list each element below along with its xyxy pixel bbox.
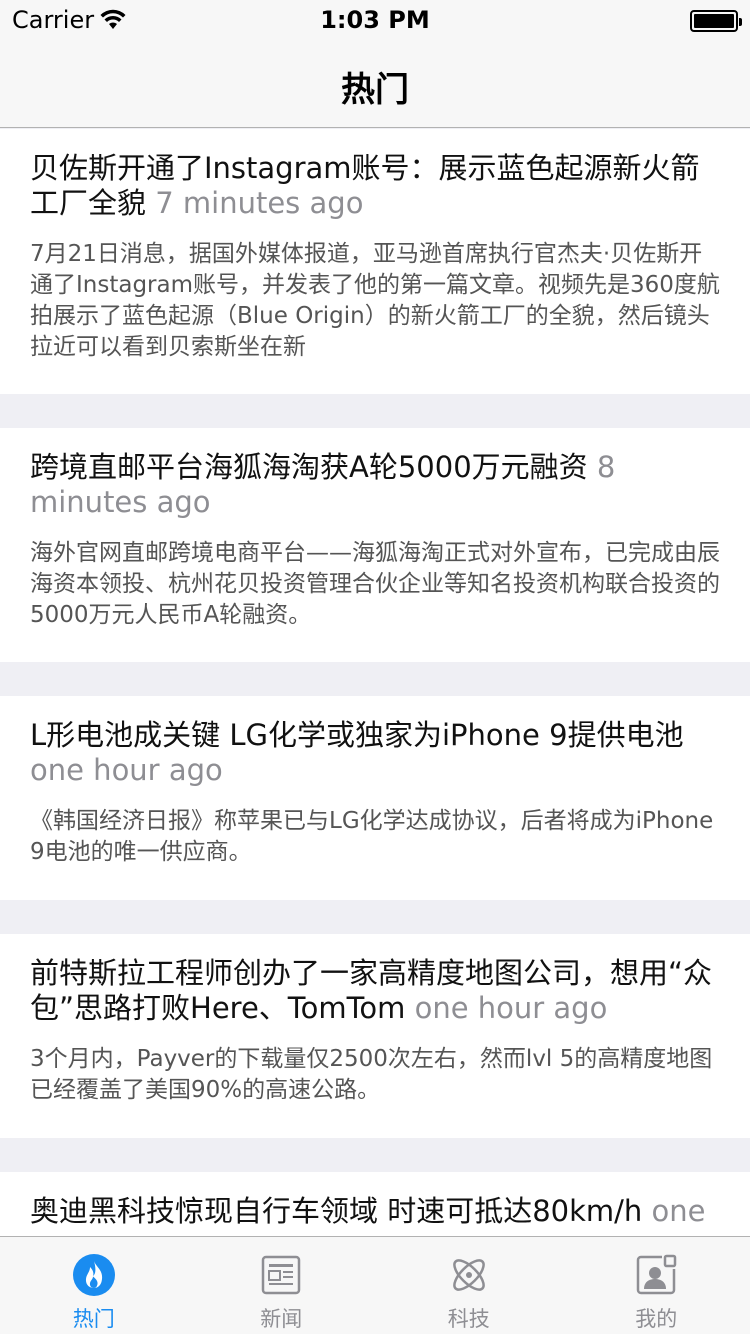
tab-hot[interactable]: 热门 [0, 1237, 188, 1334]
atom-icon [452, 1259, 485, 1291]
status-time: 1:03 PM [320, 6, 430, 34]
flame-icon [72, 1254, 115, 1296]
news-title[interactable]: 前特斯拉工程师创办了一家高精度地图公司，想用“众包”思路打败Here、TomTo… [30, 956, 720, 1026]
news-summary: 海外官网直邮跨境电商平台——海狐海淘正式对外宣布，已完成由辰海资本领投、杭州花贝… [30, 540, 720, 628]
news-title-text: 跨境直邮平台海狐海淘获A轮5000万元融资 [30, 450, 588, 484]
news-item[interactable]: L形电池成关键 LG化学或独家为iPhone 9提供电池 one hour ag… [0, 696, 750, 900]
news-feed[interactable]: 贝佐斯开通了Instagram账号：展示蓝色起源新火箭工厂全貌 7 minute… [0, 129, 750, 1309]
news-title[interactable]: 贝佐斯开通了Instagram账号：展示蓝色起源新火箭工厂全貌 7 minute… [30, 151, 720, 221]
news-summary: 7月21日消息，据国外媒体报道，亚马逊首席执行官杰夫·贝佐斯开通了Instagr… [30, 241, 720, 360]
tab-label: 新闻 [260, 1307, 303, 1331]
news-title-text: 前特斯拉工程师创办了一家高精度地图公司，想用“众包”思路打败Here、TomTo… [30, 956, 713, 1025]
status-bar: Carrier 1:03 PM [0, 0, 750, 40]
news-title-text: L形电池成关键 LG化学或独家为iPhone 9提供电池 [30, 718, 684, 752]
news-title[interactable]: 跨境直邮平台海狐海淘获A轮5000万元融资 8 minutes ago [30, 450, 720, 520]
news-title-text: 奥迪黑科技惊现自行车领域 时速可抵达80km/h [30, 1194, 643, 1228]
news-summary: 3个月内，Payver的下载量仅2500次左右，然而lvl 5的高精度地图已经覆… [30, 1046, 713, 1103]
news-title[interactable]: L形电池成关键 LG化学或独家为iPhone 9提供电池 one hour ag… [30, 718, 720, 788]
news-time: 7 minutes ago [155, 186, 364, 220]
profile-card-icon [637, 1254, 677, 1295]
news-time: one hour ago [30, 753, 223, 787]
page-title: 热门 [341, 70, 409, 110]
news-item[interactable]: 贝佐斯开通了Instagram账号：展示蓝色起源新火箭工厂全貌 7 minute… [0, 129, 750, 394]
news-time: one [651, 1194, 706, 1228]
news-item[interactable]: 跨境直邮平台海狐海淘获A轮5000万元融资 8 minutes ago 海外官网… [0, 428, 750, 662]
battery-icon [690, 10, 742, 32]
tab-bar: 热门 新闻 科技 我的 [0, 1236, 750, 1334]
tab-label: 科技 [447, 1307, 490, 1331]
tab-profile[interactable]: 我的 [563, 1237, 750, 1334]
tab-tech[interactable]: 科技 [375, 1237, 563, 1334]
news-title-text: 贝佐斯开通了Instagram账号：展示蓝色起源新火箭工厂全貌 [30, 151, 700, 220]
top-bar: Carrier 1:03 PM 热门 [0, 0, 750, 128]
newspaper-icon [262, 1255, 301, 1295]
news-item[interactable]: 前特斯拉工程师创办了一家高精度地图公司，想用“众包”思路打败Here、TomTo… [0, 934, 750, 1138]
tab-news[interactable]: 新闻 [188, 1237, 376, 1334]
news-title[interactable]: 奥迪黑科技惊现自行车领域 时速可抵达80km/h one [30, 1194, 720, 1229]
tab-label: 热门 [72, 1307, 115, 1331]
news-summary: 《韩国经济日报》称苹果已与LG化学达成协议，后者将成为iPhone 9电池的唯一… [30, 808, 714, 865]
news-time: one hour ago [414, 991, 608, 1025]
tab-label: 我的 [635, 1307, 678, 1331]
